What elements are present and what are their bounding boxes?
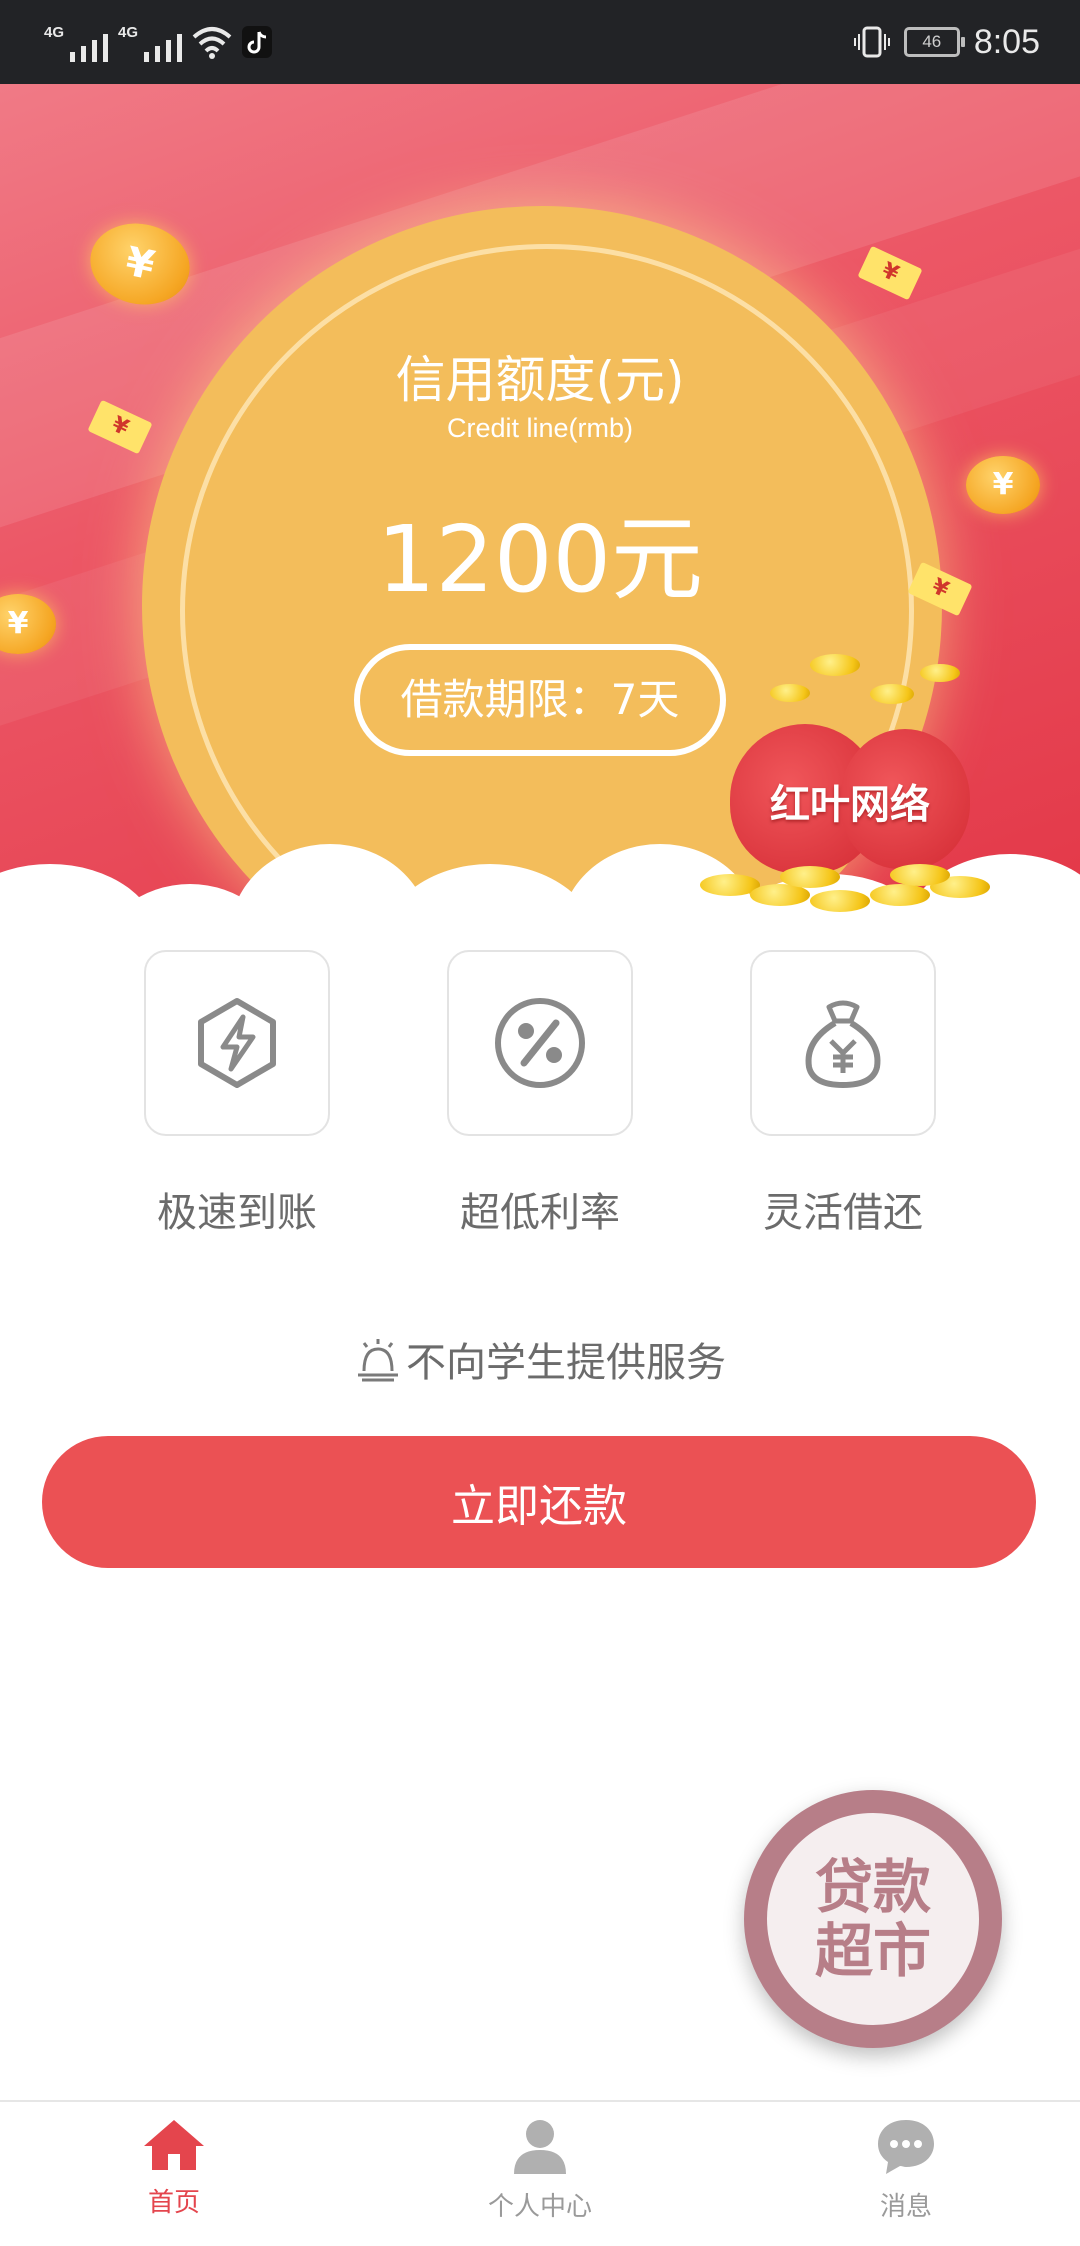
student-notice: 不向学生提供服务 <box>0 1330 1080 1388</box>
brand-label: 红叶网络 <box>770 782 930 828</box>
credit-hero-banner: ¥ ¥ ¥ ¥ ¥ ¥ 信用额度(元) Credit line(rmb) 120… <box>0 84 1080 920</box>
feature-label: 极速到账 <box>157 1190 317 1236</box>
lightning-hexagon-icon <box>198 998 276 1088</box>
credit-line-title: 信用额度(元) <box>395 351 685 409</box>
signal-icon: 4G <box>44 22 108 62</box>
loan-market-button[interactable]: 贷款 超市 <box>744 1790 1002 2048</box>
clock: 8:05 <box>973 22 1040 61</box>
signal-icon: 4G <box>118 22 182 62</box>
feature-flexible-repay[interactable]: 灵活借还 <box>750 950 936 1238</box>
loan-term-badge: 借款期限：7天 <box>354 644 726 756</box>
percent-circle-icon <box>495 998 585 1088</box>
chat-bubble-icon <box>878 2120 934 2174</box>
feature-low-rate[interactable]: 超低利率 <box>447 950 633 1238</box>
tab-label: 消息 <box>879 2192 932 2222</box>
money-note-icon: ¥ <box>857 245 923 301</box>
bottom-tab-bar: 首页 个人中心 消息 <box>0 2100 1080 2246</box>
credit-amount: 1200元 <box>376 506 704 613</box>
network-type-1: 4G <box>44 24 65 41</box>
fab-label-line2: 超市 <box>814 1917 931 1985</box>
status-bar: 4G 4G 46 8:05 <box>0 0 1080 84</box>
money-bag-icon <box>805 1000 881 1089</box>
feature-label: 超低利率 <box>460 1190 620 1236</box>
tiktok-icon <box>242 26 272 58</box>
tab-label: 个人中心 <box>487 2192 592 2222</box>
network-type-2: 4G <box>118 24 139 41</box>
feature-list: 极速到账 超低利率 灵活借还 <box>0 950 1080 1250</box>
feature-label: 灵活借还 <box>763 1190 923 1236</box>
battery-icon: 46 <box>903 27 965 57</box>
tab-label: 首页 <box>147 2188 200 2218</box>
tab-profile[interactable]: 个人中心 <box>440 2116 640 2223</box>
money-bag-illustration: 红叶网络 <box>690 654 1010 920</box>
credit-line-subtitle: Credit line(rmb) <box>446 413 634 443</box>
home-icon <box>144 2120 204 2170</box>
tab-home[interactable]: 首页 <box>74 2116 274 2219</box>
tab-messages[interactable]: 消息 <box>806 2116 1006 2223</box>
notice-text: 不向学生提供服务 <box>406 1340 726 1386</box>
alarm-bell-icon <box>358 1339 398 1382</box>
repay-now-button[interactable]: 立即还款 <box>42 1436 1036 1568</box>
fab-label-line1: 贷款 <box>814 1853 931 1921</box>
feature-fast-payout[interactable]: 极速到账 <box>144 950 330 1238</box>
vibrate-icon <box>853 26 890 58</box>
person-icon <box>514 2120 566 2174</box>
wifi-icon <box>192 27 232 59</box>
